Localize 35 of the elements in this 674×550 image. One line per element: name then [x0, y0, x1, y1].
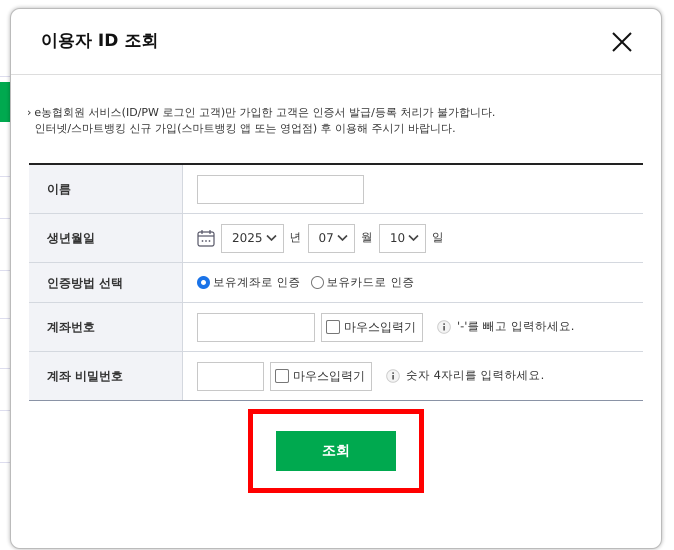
info-icon — [437, 320, 451, 334]
field-label: 생년월일 — [29, 214, 183, 262]
input-field[interactable] — [197, 312, 315, 342]
input-field[interactable] — [197, 174, 364, 204]
hint-text: 숫자 4자리를 입력하세요. — [406, 367, 544, 384]
checkbox[interactable] — [326, 320, 340, 334]
caret-icon — [408, 234, 420, 242]
field-label: 계좌번호 — [29, 303, 183, 351]
info-icon — [386, 369, 400, 383]
close-button[interactable] — [611, 30, 633, 52]
radio-option[interactable]: 보유카드로 인증 — [310, 274, 414, 292]
unit-label: 년 — [290, 229, 302, 246]
mouse-input-toggle[interactable]: 마우스입력기 — [321, 312, 423, 342]
field-label: 인증방법 선택 — [29, 263, 183, 302]
unit-label: 일 — [432, 229, 444, 246]
notice-text: e농협회원 서비스(ID/PW 로그인 고객)만 가입한 고객은 인증서 발급/등록 처리가 불가합니다. 인터넷/스마트뱅킹 신규 가입(스마트뱅킹 앱 또는 영업점) 후 이용해 주시기 바랍니다. — [34, 105, 496, 137]
bullet-icon: › — [27, 105, 32, 137]
select-field[interactable]: 07 — [308, 224, 355, 252]
caret-icon — [336, 234, 348, 242]
input-field[interactable] — [197, 362, 264, 390]
radio-button[interactable] — [310, 276, 324, 289]
dialog-title: 이용자 ID 조회 — [41, 30, 158, 53]
unit-label: 월 — [360, 229, 373, 246]
radio-option[interactable]: 보유계좌로 인증 — [197, 274, 301, 292]
close-icon — [611, 30, 633, 52]
select-field[interactable]: 10 — [378, 224, 426, 252]
select-field[interactable]: 2025 — [221, 224, 284, 252]
hint-text: '-'를 빼고 입력하세요. — [457, 318, 574, 336]
calendar-icon[interactable] — [197, 229, 215, 247]
radio-button[interactable] — [197, 276, 210, 289]
caret-icon — [266, 234, 277, 242]
mouse-input-toggle[interactable]: 마우스입력기 — [270, 362, 372, 390]
field-label: 계좌 비밀번호 — [29, 352, 183, 400]
field-label: 이름 — [29, 165, 183, 213]
checkbox[interactable] — [275, 369, 289, 383]
